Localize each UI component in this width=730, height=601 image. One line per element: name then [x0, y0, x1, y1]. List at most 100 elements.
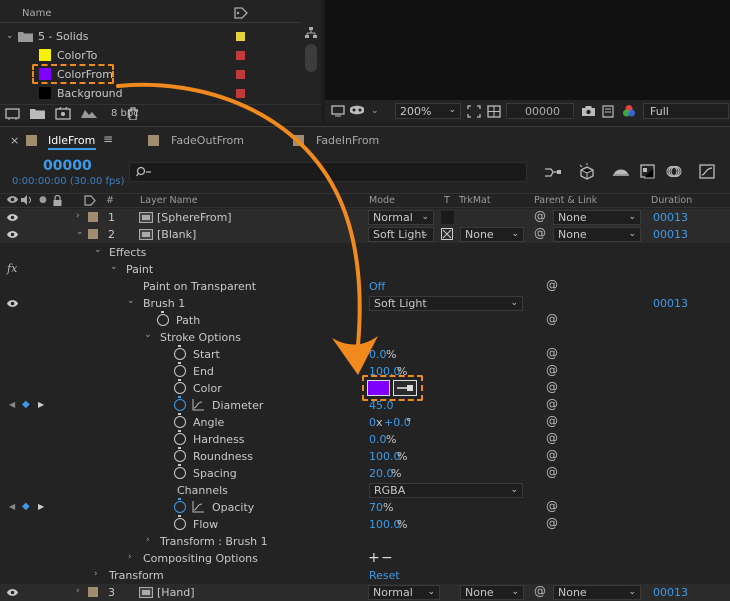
new-folder-icon[interactable]: [30, 108, 45, 119]
chevron-down-icon[interactable]: ⌄: [127, 296, 135, 306]
next-keyframe-icon[interactable]: ▶: [38, 400, 44, 409]
layer-mode-dropdown[interactable]: Soft Light ⌄: [368, 227, 434, 242]
tab-idlefrom[interactable]: IdleFrom ≡: [26, 132, 126, 150]
pickwhip-icon[interactable]: @: [546, 465, 558, 479]
project-folder-row[interactable]: ⌄ 5 - Solids: [0, 27, 300, 46]
frame-blending-icon[interactable]: [640, 164, 656, 179]
graph-icon[interactable]: [192, 501, 204, 513]
label-tag-icon[interactable]: [84, 195, 96, 206]
spacing-value[interactable]: 20.0: [369, 467, 394, 480]
stopwatch-icon[interactable]: [174, 396, 186, 411]
add-keyframe-icon[interactable]: ◆: [22, 501, 30, 512]
project-item-background[interactable]: Background: [0, 84, 300, 103]
graph-icon[interactable]: [192, 399, 204, 411]
solo-switch-icon[interactable]: ●: [39, 195, 47, 205]
grid-icon[interactable]: [487, 105, 501, 118]
paint-effect-row[interactable]: fx ⌄ Paint: [0, 261, 730, 278]
layer-mode-dropdown[interactable]: Normal ⌄: [368, 585, 440, 600]
pickwhip-icon[interactable]: @: [546, 397, 558, 411]
pickwhip-icon[interactable]: @: [546, 363, 558, 377]
flowchart-icon[interactable]: [305, 27, 317, 39]
preserve-transparency-toggle[interactable]: [441, 211, 454, 224]
project-item-colorfrom[interactable]: ColorFrom: [0, 64, 300, 84]
next-keyframe-icon[interactable]: ▶: [38, 502, 44, 511]
parent-dropdown[interactable]: None ⌄: [553, 210, 641, 225]
color-swatch[interactable]: [367, 380, 390, 396]
project-item-colorto[interactable]: ColorTo: [0, 46, 300, 65]
layer-name-column-header[interactable]: Layer Name: [140, 195, 198, 206]
add-keyframe-icon[interactable]: ◆: [22, 399, 30, 410]
prev-keyframe-icon[interactable]: ◀: [9, 502, 15, 511]
layer-mode-dropdown[interactable]: Normal ⌄: [368, 210, 434, 225]
layer-label-chip[interactable]: [88, 587, 98, 597]
chevron-down-icon[interactable]: ⌄: [371, 106, 379, 116]
interpret-footage-icon[interactable]: [5, 108, 20, 120]
trkmat-dropdown[interactable]: None ⌄: [460, 585, 524, 600]
pickwhip-icon[interactable]: @: [546, 448, 558, 462]
item-label-chip[interactable]: [236, 51, 245, 60]
stopwatch-icon[interactable]: [174, 379, 186, 394]
diameter-value[interactable]: 45.0: [369, 399, 394, 412]
mask-visibility-icon[interactable]: [349, 105, 365, 117]
layer-name[interactable]: [Blank]: [157, 228, 196, 241]
item-label-chip[interactable]: [236, 89, 245, 98]
brush-row[interactable]: ⌄ Brush 1 Soft Light ⌄ 00013: [0, 295, 730, 312]
trash-icon[interactable]: [127, 107, 139, 120]
transform-row[interactable]: › Transform Reset: [0, 567, 730, 584]
pickwhip-icon[interactable]: @: [546, 414, 558, 428]
flow-value[interactable]: 100.0: [369, 518, 401, 531]
hardness-value[interactable]: 0.0: [369, 433, 387, 446]
layer-duration[interactable]: 00013: [653, 211, 688, 224]
compositing-options-row[interactable]: › Compositing Options + −: [0, 550, 730, 567]
project-scrollbar[interactable]: [302, 24, 320, 100]
preserve-transparency-icon[interactable]: [441, 228, 453, 240]
camera-snapshot-icon[interactable]: [581, 105, 596, 117]
pickwhip-icon[interactable]: @: [546, 380, 558, 394]
hide-shy-layers-icon[interactable]: [612, 165, 630, 179]
chevron-down-icon[interactable]: ⌄: [76, 227, 84, 237]
eye-icon[interactable]: [7, 299, 18, 308]
brush-duration[interactable]: 00013: [653, 297, 688, 310]
name-column-header[interactable]: Name: [22, 8, 52, 19]
layer-duration[interactable]: 00013: [653, 586, 688, 599]
eye-icon[interactable]: [7, 213, 18, 222]
lock-icon[interactable]: [53, 195, 62, 206]
chevron-right-icon[interactable]: ›: [76, 211, 80, 221]
pickwhip-icon[interactable]: @: [534, 209, 546, 223]
pickwhip-icon[interactable]: @: [534, 226, 546, 240]
stroke-options-row[interactable]: ⌄ Stroke Options: [0, 329, 730, 346]
stopwatch-icon[interactable]: [174, 464, 186, 479]
remove-mask-icon[interactable]: −: [381, 550, 393, 566]
chevron-down-icon[interactable]: ⌄: [94, 245, 102, 255]
add-mask-icon[interactable]: +: [368, 550, 380, 566]
viewer-canvas[interactable]: [325, 0, 730, 100]
new-composition-icon[interactable]: [55, 107, 71, 120]
stopwatch-icon[interactable]: [174, 413, 186, 428]
effects-group-row[interactable]: ⌄ Effects: [0, 244, 730, 261]
trkmat-dropdown[interactable]: None ⌄: [460, 227, 524, 242]
chevron-right-icon[interactable]: ›: [128, 552, 132, 562]
audio-switch-icon[interactable]: [21, 195, 32, 205]
layer-name[interactable]: [SphereFrom]: [157, 211, 232, 224]
stopwatch-icon[interactable]: [174, 498, 186, 513]
search-input[interactable]: [129, 162, 527, 182]
zoom-dropdown[interactable]: 200% ⌄: [395, 103, 461, 119]
pickwhip-icon[interactable]: @: [546, 278, 558, 292]
parent-dropdown[interactable]: None ⌄: [553, 227, 641, 242]
parent-dropdown[interactable]: None ⌄: [553, 585, 641, 600]
layer-label-chip[interactable]: [88, 212, 98, 222]
eye-icon[interactable]: [7, 588, 18, 597]
stopwatch-icon[interactable]: [174, 430, 186, 445]
fx-icon[interactable]: fx: [7, 262, 17, 275]
show-snapshot-icon[interactable]: [602, 104, 614, 118]
video-switch-icon[interactable]: [7, 195, 18, 204]
chevron-down-icon[interactable]: ⌄: [144, 330, 152, 340]
project-settings-icon[interactable]: [80, 107, 98, 120]
draft-3d-icon[interactable]: [578, 163, 596, 181]
paint-on-transparent-value[interactable]: Off: [369, 280, 385, 293]
brush-mode-dropdown[interactable]: Soft Light ⌄: [369, 296, 523, 311]
folder-label-chip[interactable]: [236, 32, 245, 41]
chevron-right-icon[interactable]: ›: [146, 535, 150, 545]
layer-name[interactable]: [Hand]: [157, 586, 195, 599]
chevron-down-icon[interactable]: ⌄: [110, 262, 118, 272]
